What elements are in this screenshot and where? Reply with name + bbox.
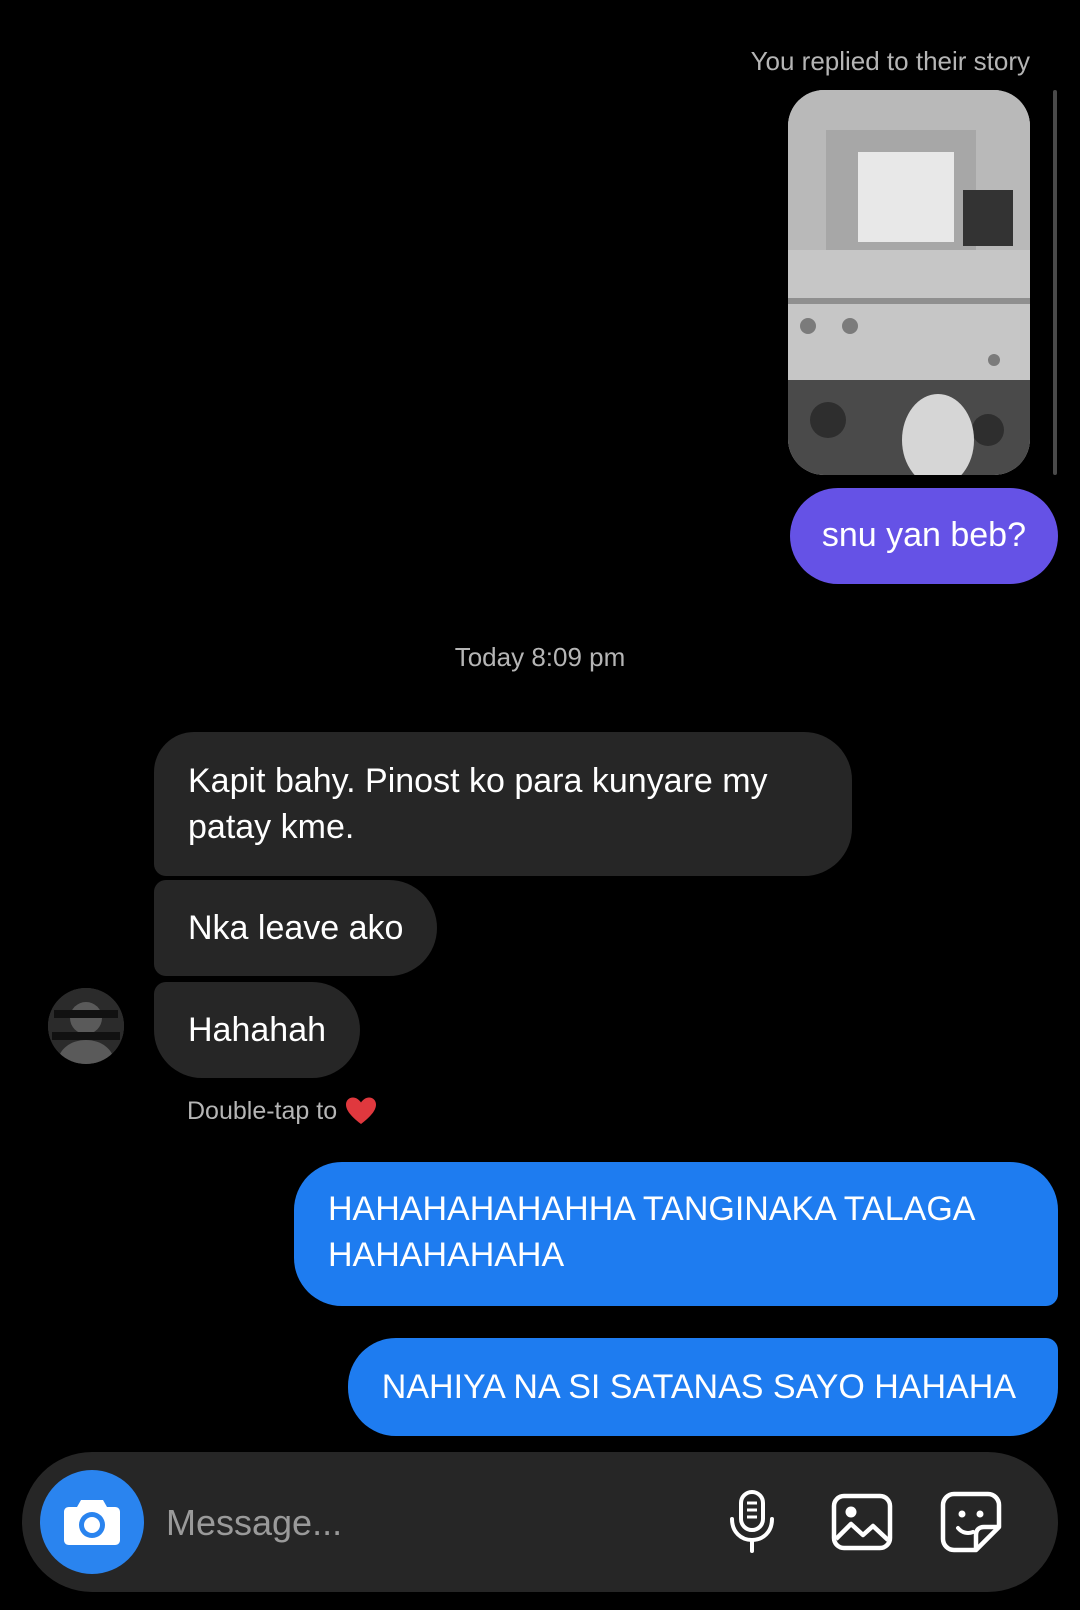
outgoing-story-reply-message[interactable]: snu yan beb?: [789, 488, 1058, 584]
gallery-icon: [831, 1493, 893, 1551]
incoming-message[interactable]: Kapit bahy. Pinost ko para kunyare my pa…: [154, 732, 852, 876]
outgoing-message[interactable]: NAHIYA NA SI SATANAS SAYO HAHAHA: [347, 1338, 1058, 1436]
double-tap-hint-text: Double-tap to: [187, 1096, 338, 1125]
outgoing-message[interactable]: HAHAHAHAHAHHA TANGINAKA TALAGA HAHAHAHAH…: [294, 1162, 1058, 1306]
double-tap-hint: Double-tap to: [187, 1096, 377, 1126]
sticker-icon: [940, 1491, 1002, 1553]
microphone-icon: [730, 1490, 774, 1553]
heart-icon[interactable]: [345, 1096, 377, 1126]
story-image: [788, 90, 1030, 475]
sender-avatar[interactable]: [48, 988, 124, 1064]
incoming-message[interactable]: Hahahah: [154, 982, 361, 1078]
camera-icon: [64, 1500, 120, 1545]
story-thumbnail[interactable]: [788, 90, 1030, 475]
message-input[interactable]: [166, 1498, 686, 1548]
scroll-indicator[interactable]: [1053, 90, 1057, 475]
camera-button[interactable]: [40, 1470, 144, 1574]
message-composer: [22, 1452, 1058, 1592]
microphone-button[interactable]: [718, 1488, 786, 1556]
avatar-image: [48, 988, 124, 1064]
gallery-button[interactable]: [828, 1488, 896, 1556]
incoming-message[interactable]: Nka leave ako: [154, 880, 438, 976]
story-reply-caption: You replied to their story: [750, 46, 1030, 76]
sticker-button[interactable]: [937, 1488, 1005, 1556]
message-timestamp: Today 8:09 pm: [454, 642, 626, 672]
